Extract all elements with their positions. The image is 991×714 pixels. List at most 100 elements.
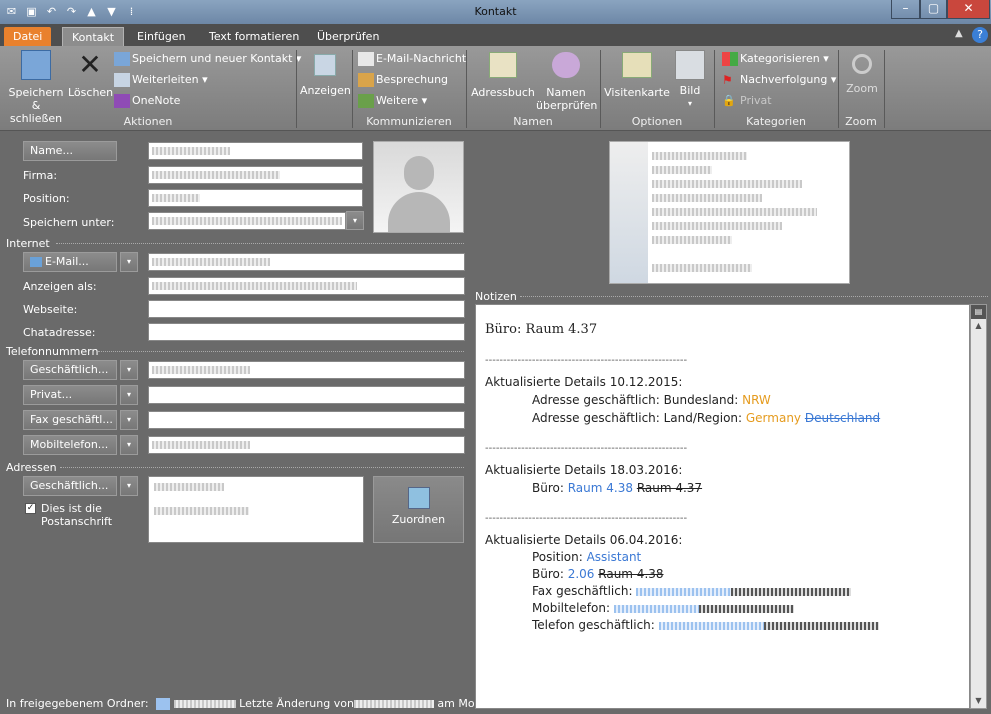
email-field[interactable]	[148, 253, 465, 271]
help-icon[interactable]: ?	[972, 27, 988, 43]
title-bar: ✉ ▣ ↶ ↷ ▲ ▼ ⁞ Kontakt – ▢ ✕	[0, 0, 991, 24]
redacted-text	[152, 365, 250, 374]
redacted-text	[152, 281, 357, 290]
picture-button[interactable]: Bild ▾	[672, 50, 708, 110]
redacted-text	[152, 216, 342, 225]
minimize-button[interactable]: –	[891, 0, 920, 19]
phone-business-field[interactable]	[148, 361, 465, 379]
name-button[interactable]: Name...	[23, 141, 117, 161]
fax-button[interactable]: Fax geschäftl...	[23, 410, 117, 430]
fax-field[interactable]	[148, 411, 465, 429]
redacted-text	[652, 194, 762, 202]
scroll-top-icon[interactable]: ▤	[971, 305, 986, 319]
tab-format-text[interactable]: Text formatieren	[200, 27, 308, 46]
tab-review[interactable]: Überprüfen	[308, 27, 388, 46]
address-business-button[interactable]: Geschäftlich...	[23, 476, 117, 496]
group-zoom-label: Zoom	[845, 115, 877, 128]
mobile-button[interactable]: Mobiltelefon...	[23, 435, 117, 455]
more-button[interactable]: Weitere ▾	[358, 94, 427, 108]
card-decoration	[610, 142, 648, 283]
save-new-button[interactable]: Speichern und neuer Kontakt ▾	[114, 52, 301, 66]
redacted-text	[652, 236, 732, 244]
categorize-icon	[722, 52, 738, 66]
mobile-field[interactable]	[148, 436, 465, 454]
meeting-button[interactable]: Besprechung	[358, 73, 448, 87]
status-bar: In freigegebenem Ordner: Letzte Änderung…	[6, 697, 503, 710]
notes-update3-line2: Büro: 2.06 Raum 4.38	[532, 567, 664, 581]
forward-icon	[114, 73, 130, 87]
display-as-field[interactable]	[148, 277, 465, 295]
email-dropdown[interactable]: ▾	[120, 252, 138, 272]
redacted-text	[652, 264, 752, 272]
fax-dropdown[interactable]: ▾	[120, 410, 138, 430]
divider	[56, 243, 464, 244]
save-as-dropdown[interactable]: ▾	[346, 211, 364, 230]
notes-update1-title: Aktualisierte Details 10.12.2015:	[485, 375, 683, 389]
address-dropdown[interactable]: ▾	[120, 476, 138, 496]
redacted-text	[698, 604, 794, 613]
delete-button[interactable]: ✕ Löschen	[68, 50, 113, 100]
scroll-down-arrow[interactable]: ▼	[971, 694, 986, 708]
company-field[interactable]	[148, 166, 363, 184]
save-as-field[interactable]	[148, 212, 346, 230]
business-card-icon	[622, 52, 652, 78]
business-card-button[interactable]: Visitenkarte	[604, 52, 670, 99]
divider	[520, 296, 988, 297]
notes-scrollbar[interactable]: ▤ ▲ ▼	[970, 304, 987, 709]
redacted-text	[154, 507, 249, 515]
tab-insert[interactable]: Einfügen	[128, 27, 195, 46]
full-name-field[interactable]	[148, 142, 363, 160]
redacted-text	[652, 180, 802, 188]
internet-section: Internet	[6, 237, 50, 250]
phone-business-button[interactable]: Geschäftlich...	[23, 360, 117, 380]
im-field[interactable]	[148, 323, 465, 341]
zoom-button[interactable]: Zoom	[842, 52, 882, 95]
followup-button[interactable]: ⚑ Nachverfolgung ▾	[722, 73, 836, 87]
map-button[interactable]: Zuordnen	[373, 476, 464, 543]
redacted-text	[652, 152, 747, 160]
forward-button[interactable]: Weiterleiten ▾	[114, 73, 208, 87]
notes-section: Notizen	[475, 290, 517, 303]
position-label: Position:	[23, 192, 70, 205]
check-names-button[interactable]: Namen überprüfen	[536, 52, 597, 112]
position-field[interactable]	[148, 189, 363, 207]
website-label: Webseite:	[23, 303, 78, 316]
private-button[interactable]: 🔒 Privat	[722, 94, 772, 108]
maximize-button[interactable]: ▢	[920, 0, 947, 19]
website-field[interactable]	[148, 300, 465, 318]
collapse-ribbon-icon[interactable]: ▲	[955, 28, 963, 39]
notes-update3-title: Aktualisierte Details 06.04.2016:	[485, 533, 683, 547]
phone-home-field[interactable]	[148, 386, 465, 404]
addressbook-icon	[489, 52, 517, 78]
picture-icon	[675, 50, 705, 80]
address-field[interactable]	[148, 476, 364, 543]
phone-business-dropdown[interactable]: ▾	[120, 360, 138, 380]
addressbook-button[interactable]: Adressbuch	[470, 52, 536, 99]
tab-file[interactable]: Datei	[4, 27, 52, 46]
contact-picture[interactable]	[373, 141, 464, 233]
redacted-text	[152, 440, 250, 449]
redacted-text	[152, 170, 280, 179]
group-options-label: Optionen	[631, 115, 683, 128]
mailing-address-checkbox[interactable]: ✓	[25, 503, 36, 514]
scroll-up-arrow[interactable]: ▲	[971, 319, 986, 333]
categorize-button[interactable]: Kategorisieren ▾	[722, 52, 829, 66]
close-button[interactable]: ✕	[947, 0, 990, 19]
show-button[interactable]: Anzeigen	[300, 54, 351, 97]
email-message-button[interactable]: E-Mail-Nachricht	[358, 52, 466, 66]
redacted-text	[652, 208, 817, 216]
show-icon	[314, 54, 336, 76]
redacted-text	[763, 621, 879, 630]
phone-home-button[interactable]: Privat...	[23, 385, 117, 405]
mobile-dropdown[interactable]: ▾	[120, 435, 138, 455]
last-modified-label: Letzte Änderung von	[239, 697, 354, 710]
save-close-button[interactable]: Speichern & schließen	[4, 50, 68, 125]
email-button[interactable]: E-Mail...	[23, 252, 117, 272]
person-body	[388, 192, 450, 232]
tab-contact[interactable]: Kontakt	[62, 27, 125, 46]
notes-area[interactable]: Büro: Raum 4.37 ------------------------…	[475, 304, 970, 709]
onenote-button[interactable]: OneNote	[114, 94, 180, 108]
business-card-preview[interactable]	[609, 141, 850, 284]
phone-home-dropdown[interactable]: ▾	[120, 385, 138, 405]
phones-section: Telefonnummern	[6, 345, 99, 358]
